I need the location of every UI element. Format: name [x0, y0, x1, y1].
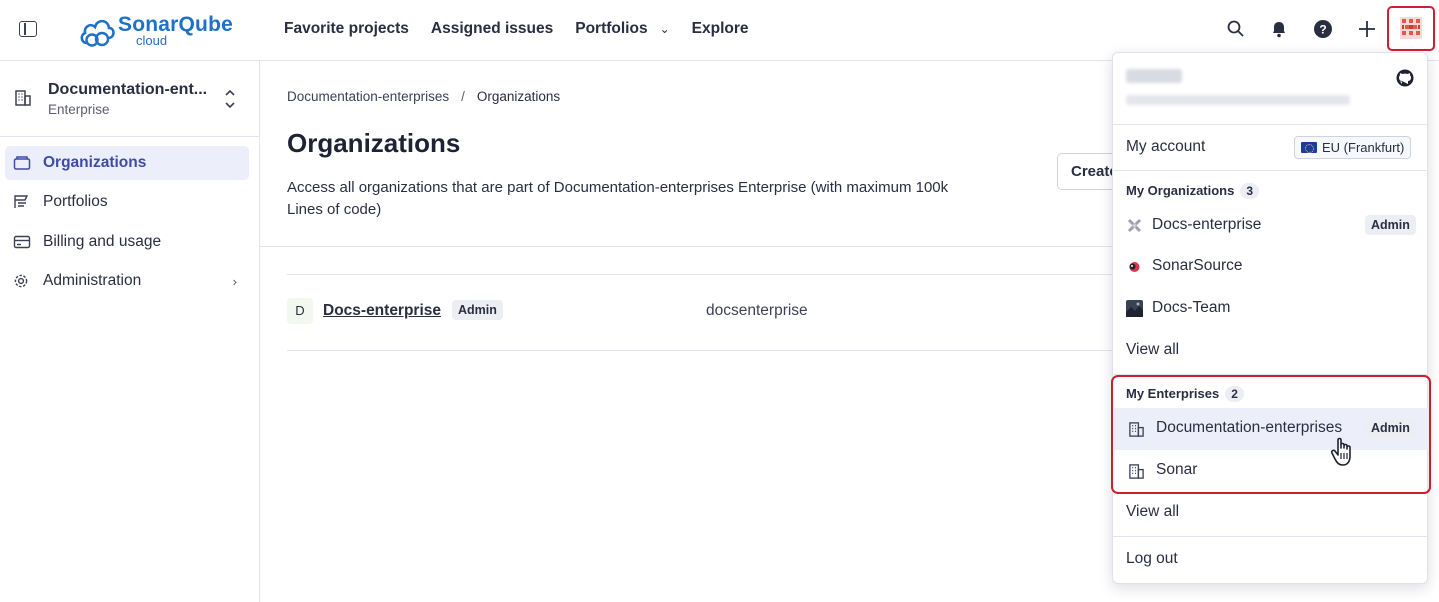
- docs-enterprise-org-icon: [1127, 218, 1142, 233]
- search-icon[interactable]: [1226, 19, 1246, 39]
- breadcrumb: Documentation-enterprises / Organizations: [287, 89, 560, 104]
- plus-icon[interactable]: [1357, 19, 1377, 39]
- sidebar-item-organizations[interactable]: Organizations: [5, 146, 249, 180]
- sonarsource-org-icon: [1129, 262, 1140, 272]
- user-email-redacted: [1126, 95, 1350, 105]
- sidebar-item-label: Administration: [43, 272, 142, 289]
- enterprise-name: Documentation-ent...: [48, 81, 208, 98]
- region-badge: EU (Frankfurt): [1294, 136, 1412, 159]
- cloud-logo-icon: [80, 19, 115, 47]
- table-divider: [287, 274, 1112, 275]
- enterprise-type: Enterprise: [48, 102, 110, 117]
- organizations-icon: [13, 156, 31, 170]
- sonarqube-cloud-logo[interactable]: SonarQube cloud: [78, 11, 238, 49]
- hand-cursor-icon: [1330, 437, 1351, 466]
- logo-sub-text: cloud: [136, 33, 168, 48]
- dropdown-divider: [1113, 170, 1427, 171]
- nav-portfolios-label: Portfolios: [575, 20, 648, 37]
- breadcrumb-separator: /: [461, 89, 465, 104]
- avatar[interactable]: [1400, 17, 1422, 39]
- view-all-enterprises-link[interactable]: View all: [1126, 503, 1179, 521]
- account-dropdown: My account EU (Frankfurt) My Organizatio…: [1112, 52, 1428, 584]
- org-name: Docs-Team: [1152, 299, 1231, 316]
- breadcrumb-enterprise[interactable]: Documentation-enterprises: [287, 89, 449, 104]
- help-icon[interactable]: ?: [1313, 19, 1333, 39]
- log-out-link[interactable]: Log out: [1126, 550, 1178, 568]
- github-icon: [1396, 69, 1414, 87]
- nav-assigned-issues[interactable]: Assigned issues: [431, 20, 553, 38]
- gear-icon: [14, 274, 28, 288]
- sidebar-item-billing[interactable]: Billing and usage: [5, 225, 249, 259]
- chevron-down-icon: ⌄: [659, 22, 670, 36]
- sidebar-item-label: Organizations: [43, 154, 147, 171]
- sidebar-item-portfolios[interactable]: Portfolios: [5, 185, 249, 219]
- heading-label: My Organizations: [1126, 183, 1235, 198]
- view-all-organizations-link[interactable]: View all: [1126, 341, 1179, 359]
- divider: [260, 246, 1112, 247]
- org-name: SonarSource: [1152, 257, 1243, 274]
- page-title: Organizations: [287, 128, 461, 158]
- region-label: EU (Frankfurt): [1322, 140, 1405, 155]
- org-name: Docs-enterprise: [1152, 216, 1262, 233]
- nav-portfolios[interactable]: Portfolios ⌄: [575, 20, 669, 38]
- sidebar-item-administration[interactable]: Administration ›: [5, 264, 249, 298]
- main-nav: Favorite projects Assigned issues Portfo…: [284, 20, 749, 38]
- sidebar-item-label: Portfolios: [43, 193, 108, 210]
- my-account-link[interactable]: My account: [1126, 138, 1205, 156]
- building-icon: [15, 90, 31, 106]
- nav-favorite-projects[interactable]: Favorite projects: [284, 20, 409, 38]
- org-avatar: D: [287, 298, 313, 324]
- org-name-link[interactable]: Docs-enterprise: [323, 302, 441, 320]
- dropdown-divider: [1113, 124, 1427, 125]
- chevron-up-down-icon: [225, 89, 235, 109]
- billing-icon: [13, 235, 31, 249]
- dropdown-divider: [1113, 536, 1427, 537]
- sidebar-item-label: Billing and usage: [43, 233, 162, 250]
- table-divider: [287, 350, 1112, 351]
- count-badge: 3: [1240, 183, 1260, 199]
- role-badge: Admin: [1365, 215, 1416, 235]
- role-badge: Admin: [452, 300, 503, 320]
- page-description: Access all organizations that are part o…: [287, 179, 949, 218]
- enterprise-switcher[interactable]: Documentation-ent... Enterprise: [0, 61, 259, 137]
- org-key: docsenterprise: [706, 302, 808, 319]
- portfolio-icon: [14, 195, 29, 208]
- sidebar: Documentation-ent... Enterprise Organiza…: [0, 61, 260, 602]
- chevron-right-icon: ›: [232, 273, 237, 289]
- user-name-redacted: [1126, 69, 1182, 83]
- my-organizations-heading: My Organizations 3: [1126, 183, 1260, 199]
- nav-explore[interactable]: Explore: [692, 20, 749, 38]
- docs-team-org-icon: [1126, 300, 1143, 317]
- svg-text:?: ?: [1319, 23, 1326, 37]
- bell-icon[interactable]: [1269, 19, 1289, 39]
- sidebar-toggle-icon[interactable]: [19, 21, 37, 37]
- eu-flag-icon: [1301, 142, 1317, 153]
- breadcrumb-current: Organizations: [476, 89, 561, 104]
- enterprises-highlight-frame: [1111, 375, 1431, 494]
- avatar-highlight-frame: [1387, 6, 1435, 51]
